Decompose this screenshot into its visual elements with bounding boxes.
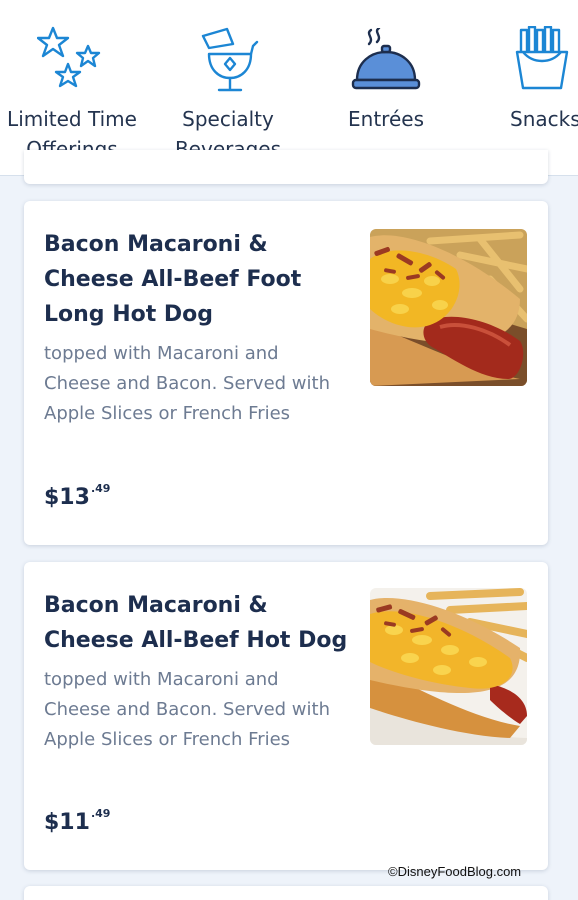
menu-item-price: $11.49 xyxy=(44,807,110,835)
menu-item-card[interactable]: Bacon Macaroni & Cheese All-Beef Foot Lo… xyxy=(24,201,548,545)
menu-item-description: topped with Macaroni and Cheese and Baco… xyxy=(44,343,330,424)
menu-item-card[interactable]: Bacon Macaroni & Cheese All-Beef Hot Dog… xyxy=(24,562,548,870)
tab-label: Entrées xyxy=(348,107,424,131)
watermark-text: ©DisneyFoodBlog.com xyxy=(388,864,522,879)
cocktail-glass-icon xyxy=(197,26,259,98)
menu-item-card-previous[interactable] xyxy=(24,150,548,184)
price-cents: .49 xyxy=(90,482,111,495)
price-dollars: $11 xyxy=(44,810,90,835)
french-fries-icon xyxy=(515,25,569,94)
menu-item-photo[interactable] xyxy=(370,229,527,386)
menu-item-title: Bacon Macaroni & Cheese All-Beef Foot Lo… xyxy=(44,232,302,327)
menu-item-description: topped with Macaroni and Cheese and Baco… xyxy=(44,669,330,750)
menu-item-photo[interactable] xyxy=(370,588,527,745)
cloche-icon xyxy=(351,26,421,98)
menu-item-price: $13.49 xyxy=(44,482,110,510)
price-dollars: $13 xyxy=(44,485,90,510)
tab-label: Snacks xyxy=(510,107,578,131)
menu-item-title: Bacon Macaroni & Cheese All-Beef Hot Dog xyxy=(44,593,348,653)
menu-item-card-next[interactable] xyxy=(24,886,548,900)
stars-icon xyxy=(36,26,107,98)
price-cents: .49 xyxy=(90,807,111,820)
